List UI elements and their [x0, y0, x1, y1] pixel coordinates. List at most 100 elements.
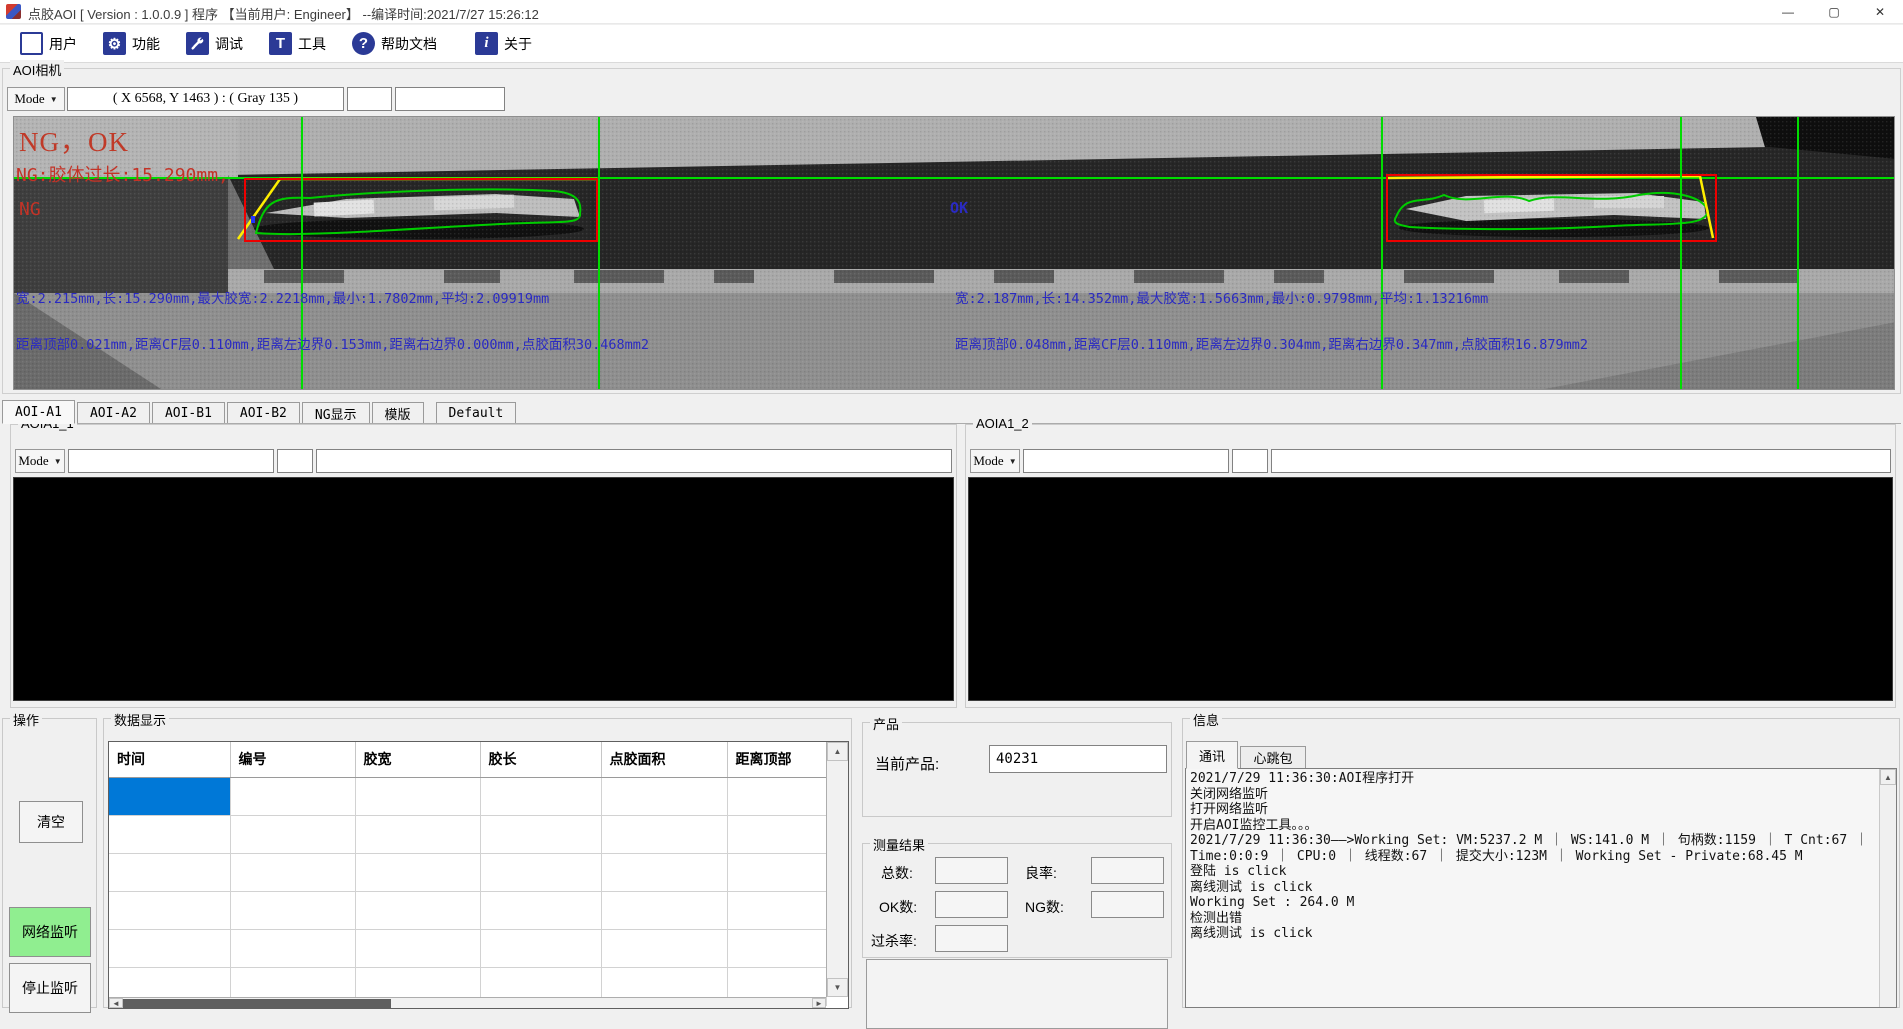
toolbar-label: 功能 — [132, 34, 160, 54]
panel-left-field-2[interactable] — [277, 449, 313, 473]
table-cell[interactable] — [727, 815, 826, 853]
col-topdist[interactable]: 距离顶部 — [727, 742, 826, 777]
yield-value[interactable] — [1091, 857, 1164, 884]
panel-right-field-2[interactable] — [1232, 449, 1268, 473]
log-line: 2021/7/29 11:36:30——>Working Set: VM:523… — [1190, 833, 1876, 849]
tab-template[interactable]: 模版 — [372, 402, 424, 423]
total-value[interactable] — [935, 857, 1008, 884]
table-cell[interactable] — [480, 891, 601, 929]
communication-log[interactable]: 2021/7/29 11:36:30:AOI程序打开关闭网络监听打开网络监听开启… — [1185, 768, 1897, 1008]
ng-count-value[interactable] — [1091, 891, 1164, 918]
table-cell[interactable] — [230, 777, 355, 815]
current-product-input[interactable]: 40231 — [989, 745, 1167, 773]
tab-default[interactable]: Default — [436, 402, 517, 423]
log-line: 登陆 is click — [1190, 864, 1876, 880]
table-cell[interactable] — [109, 891, 230, 929]
table-cell[interactable] — [109, 853, 230, 891]
panel-right-field-3[interactable] — [1271, 449, 1891, 473]
overkill-value[interactable] — [935, 925, 1008, 952]
col-area[interactable]: 点胶面积 — [601, 742, 727, 777]
panel-right-mode-dropdown[interactable]: Mode ▼ — [970, 449, 1020, 473]
tab-aoi-a1[interactable]: AOI-A1 — [2, 400, 75, 424]
aoia1-2-group: AOIA1_2 Mode ▼ — [965, 424, 1896, 708]
panel-left-field-3[interactable] — [316, 449, 952, 473]
table-cell[interactable] — [355, 891, 480, 929]
table-cell[interactable] — [480, 777, 601, 815]
toolbar-item-user[interactable]: 用户 — [14, 29, 83, 58]
camera-image-view[interactable]: NG，OK NG:胶体过长:15.290mm, NG OK 宽:2.215mm,… — [13, 116, 1895, 390]
tab-communication[interactable]: 通讯 — [1186, 741, 1238, 769]
tab-aoi-b2[interactable]: AOI-B2 — [227, 402, 300, 423]
close-button[interactable]: ✕ — [1857, 0, 1903, 24]
scroll-down-icon[interactable]: ▼ — [827, 978, 848, 997]
clear-button[interactable]: 清空 — [19, 801, 83, 843]
table-cell[interactable] — [601, 929, 727, 967]
table-cell[interactable] — [480, 853, 601, 891]
table-cell[interactable] — [601, 853, 727, 891]
scroll-up-icon[interactable]: ▲ — [827, 742, 848, 761]
panel-right-image-view[interactable] — [968, 477, 1893, 701]
table-cell[interactable] — [230, 853, 355, 891]
panel-right-field-1[interactable] — [1023, 449, 1229, 473]
table-cell[interactable] — [355, 777, 480, 815]
table-cell[interactable] — [355, 815, 480, 853]
table-cell[interactable] — [230, 929, 355, 967]
ok-count-value[interactable] — [935, 891, 1008, 918]
col-id[interactable]: 编号 — [230, 742, 355, 777]
camera-field-wide[interactable] — [395, 87, 505, 111]
table-cell[interactable] — [601, 777, 727, 815]
table-cell[interactable] — [727, 853, 826, 891]
table-cell[interactable] — [109, 777, 230, 815]
aoia1-1-group: AOIA1_1 Mode ▼ — [10, 424, 957, 708]
col-width[interactable]: 胶宽 — [355, 742, 480, 777]
table-cell[interactable] — [480, 929, 601, 967]
tab-aoi-b1[interactable]: AOI-B1 — [152, 402, 225, 423]
scroll-left-icon[interactable]: ◄ — [109, 998, 123, 1008]
panel-left-field-1[interactable] — [68, 449, 274, 473]
chevron-down-icon: ▼ — [54, 457, 62, 466]
col-length[interactable]: 胶长 — [480, 742, 601, 777]
table-cell[interactable] — [230, 815, 355, 853]
minimize-button[interactable]: — — [1765, 0, 1811, 24]
panel-left-image-view[interactable] — [13, 477, 954, 701]
camera-field-small[interactable] — [347, 87, 392, 111]
log-line: 离线测试 is click — [1190, 926, 1876, 942]
toolbar-item-tools[interactable]: T 工具 — [263, 29, 332, 58]
log-line: 开启AOI监控工具。。。 — [1190, 818, 1876, 834]
table-cell[interactable] — [230, 891, 355, 929]
table-vertical-scrollbar[interactable]: ▲ ▼ — [826, 742, 848, 997]
table-cell[interactable] — [727, 929, 826, 967]
panel-left-mode-dropdown[interactable]: Mode ▼ — [15, 449, 65, 473]
hscroll-thumb[interactable] — [123, 999, 391, 1008]
log-scrollbar[interactable]: ▲ — [1879, 769, 1896, 1007]
table-cell[interactable] — [727, 891, 826, 929]
table-cell[interactable] — [480, 815, 601, 853]
mode-label: Mode — [18, 453, 48, 469]
table-cell[interactable] — [355, 929, 480, 967]
chevron-down-icon: ▼ — [1009, 457, 1017, 466]
network-listen-button[interactable]: 网络监听 — [9, 907, 91, 957]
toolbar-item-debug[interactable]: 调试 — [180, 29, 249, 58]
table-horizontal-scrollbar[interactable]: ◄ ► — [109, 997, 826, 1008]
table-cell[interactable] — [355, 853, 480, 891]
measurement-group: 测量结果 总数: 良率: OK数: NG数: 过杀率: — [862, 843, 1172, 958]
scroll-up-icon[interactable]: ▲ — [1880, 769, 1896, 785]
toolbar-item-function[interactable]: ⚙ 功能 — [97, 29, 166, 58]
scroll-right-icon[interactable]: ► — [812, 998, 826, 1008]
tab-aoi-a2[interactable]: AOI-A2 — [77, 402, 150, 423]
table-cell[interactable] — [109, 815, 230, 853]
table-cell[interactable] — [601, 891, 727, 929]
maximize-button[interactable]: ▢ — [1811, 0, 1857, 24]
tab-ng-display[interactable]: NG显示 — [302, 402, 370, 423]
tab-heartbeat[interactable]: 心跳包 — [1240, 746, 1306, 769]
col-time[interactable]: 时间 — [109, 742, 230, 777]
toolbar-item-help[interactable]: ? 帮助文档 — [346, 29, 443, 58]
toolbar-item-about[interactable]: i 关于 — [469, 29, 538, 58]
stop-listen-button[interactable]: 停止监听 — [9, 963, 91, 1013]
ng-count-label: NG数: — [1025, 897, 1064, 917]
table-cell[interactable] — [601, 815, 727, 853]
table-cell[interactable] — [727, 777, 826, 815]
result-note-box — [866, 959, 1168, 1029]
camera-mode-dropdown[interactable]: Mode ▼ — [7, 87, 65, 111]
table-cell[interactable] — [109, 929, 230, 967]
